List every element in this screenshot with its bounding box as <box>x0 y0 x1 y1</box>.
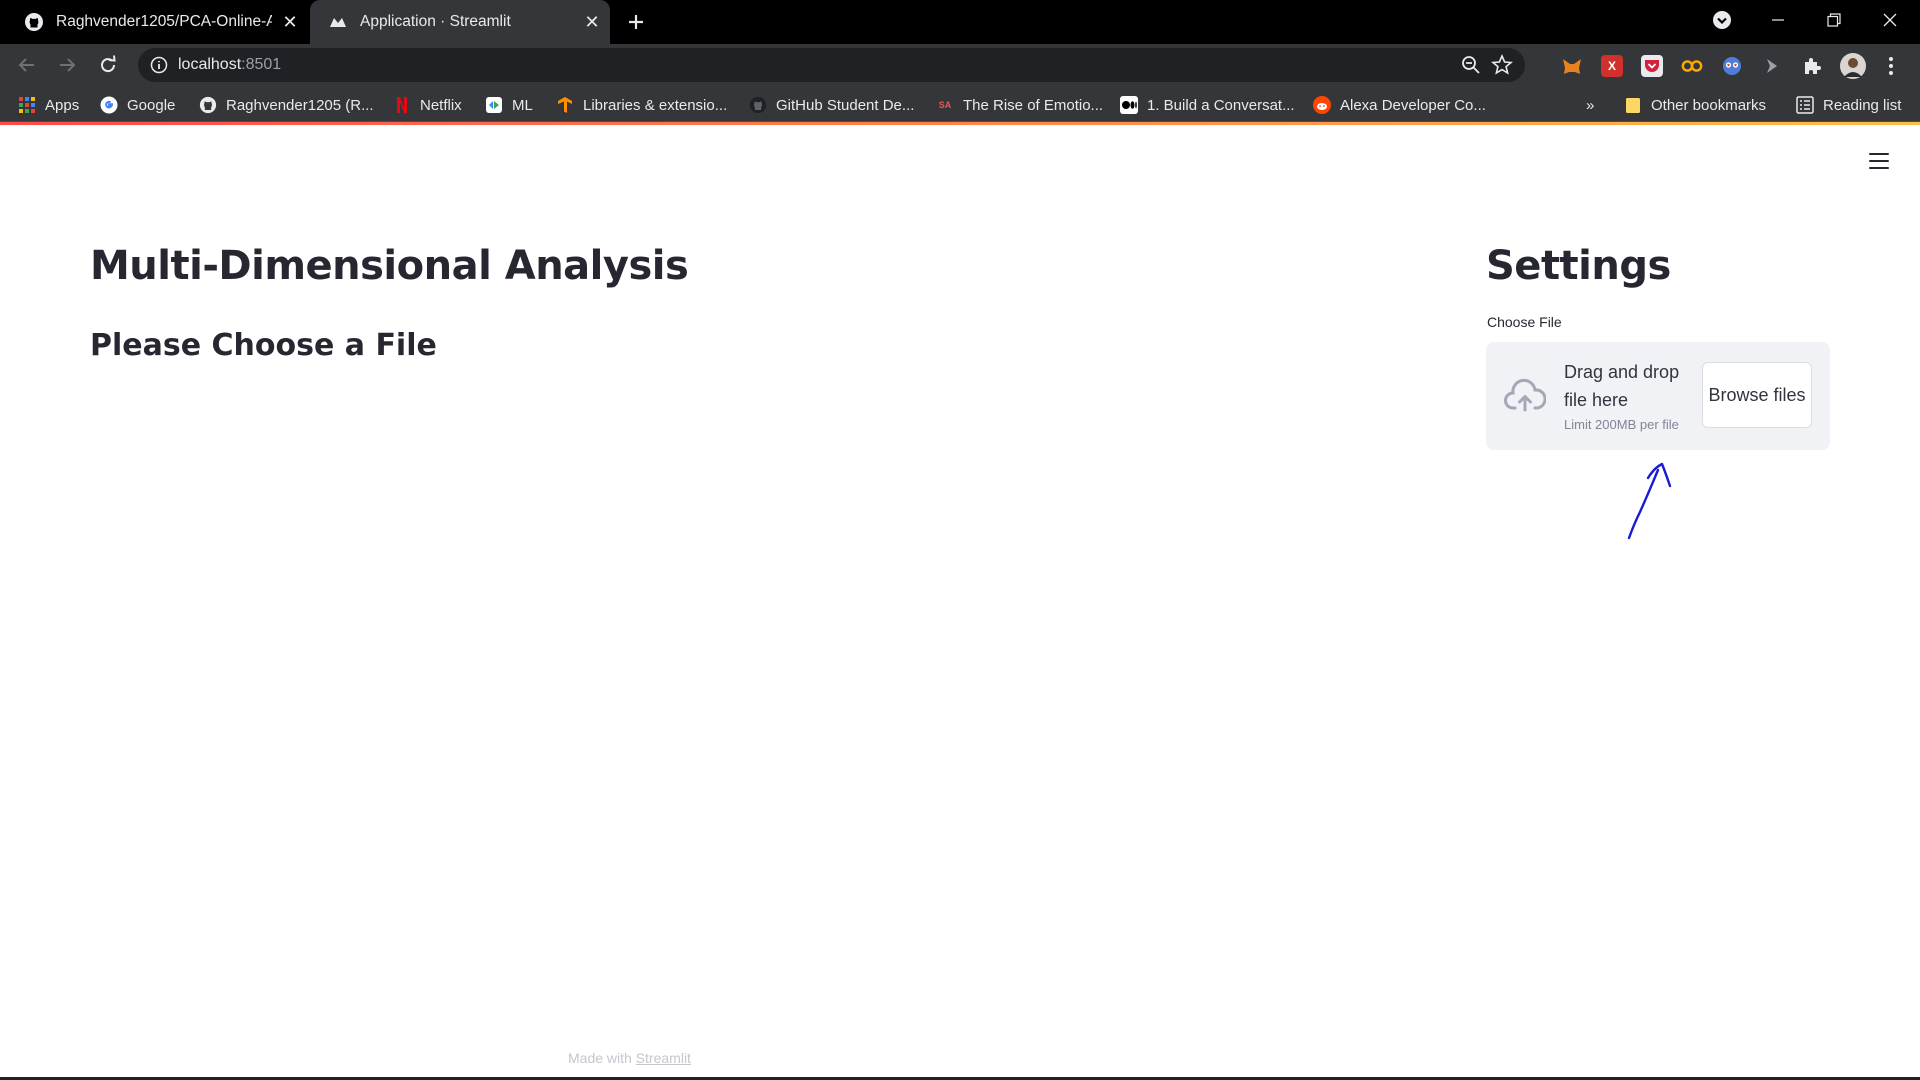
bookmark-label: Libraries & extensio... <box>583 96 728 114</box>
header-decoration-bar <box>0 122 1920 125</box>
bookmark-apps[interactable]: Apps <box>18 94 79 116</box>
sa-icon: SA <box>938 100 952 110</box>
bookmark-libraries[interactable]: Libraries & extensio... <box>556 94 727 116</box>
bookmark-label: Alexa Developer Co... <box>1340 96 1486 114</box>
tab-streamlit[interactable]: Application · Streamlit ✕ <box>310 0 610 44</box>
ml-icon <box>485 96 503 114</box>
reading-list-icon <box>1796 96 1814 114</box>
github-icon <box>199 96 217 114</box>
zoom-out-icon[interactable] <box>1461 55 1481 75</box>
cloud-upload-icon <box>1504 376 1547 416</box>
bookmarks-overflow-button[interactable]: » <box>1586 94 1594 116</box>
bookmark-label: Google <box>127 96 176 114</box>
reading-list[interactable]: Reading list <box>1796 94 1901 116</box>
browser-toolbar: localhost:8501 X <box>0 44 1920 86</box>
url-text: localhost:8501 <box>178 56 281 74</box>
profile-avatar[interactable] <box>1840 53 1866 79</box>
page-title: Multi-Dimensional Analysis <box>90 243 689 289</box>
other-bookmarks[interactable]: Other bookmarks <box>1624 94 1766 116</box>
github-icon <box>24 12 44 32</box>
bookmark-build-conversation[interactable]: 1. Build a Conversat... <box>1120 94 1295 116</box>
page-subtitle: Please Choose a File <box>90 328 437 363</box>
folder-icon <box>1624 96 1642 114</box>
back-icon[interactable] <box>12 50 42 80</box>
colab-extension-icon[interactable] <box>1681 55 1703 77</box>
bookmark-netflix[interactable]: Netflix <box>393 94 462 116</box>
bookmark-github-student[interactable]: GitHub Student De... <box>749 94 914 116</box>
tab-title: Raghvender1205/PCA-Online-Ap <box>56 13 272 30</box>
pocket-extension-icon[interactable] <box>1641 55 1663 77</box>
dropzone-limit: Limit 200MB per file <box>1564 417 1679 432</box>
reddit-icon <box>1313 96 1331 114</box>
bookmark-label: Apps <box>45 96 80 114</box>
address-bar[interactable]: localhost:8501 <box>138 48 1525 82</box>
reading-list-label: Reading list <box>1823 96 1902 114</box>
bookmark-label: GitHub Student De... <box>776 96 915 114</box>
file-uploader-label: Choose File <box>1487 314 1562 330</box>
browse-files-button[interactable]: Browse files <box>1702 362 1812 428</box>
footer-prefix: Made with <box>568 1050 636 1066</box>
browse-files-label: Browse files <box>1708 385 1806 405</box>
footer: Made with Streamlit <box>568 1050 691 1066</box>
bookmarks-overflow-glyph: » <box>1586 96 1595 114</box>
close-window-icon[interactable] <box>1862 0 1918 40</box>
apps-grid-icon <box>18 96 36 114</box>
bookmark-rise-of-emotion[interactable]: SA The Rise of Emotio... <box>936 94 1103 116</box>
tab-github[interactable]: Raghvender1205/PCA-Online-Ap ✕ <box>14 0 306 44</box>
bookmark-google[interactable]: Google <box>100 94 175 116</box>
tensorflow-icon <box>556 96 574 114</box>
bookmark-label: 1. Build a Conversat... <box>1147 96 1295 114</box>
streamlit-icon <box>328 12 348 32</box>
close-tab-icon[interactable]: ✕ <box>582 12 602 32</box>
bookmark-star-icon[interactable] <box>1491 53 1513 76</box>
site-info-icon[interactable] <box>150 56 168 74</box>
reload-icon[interactable] <box>93 50 123 80</box>
chevron-right-extension-icon[interactable] <box>1761 55 1783 77</box>
url-port: :8501 <box>241 56 282 73</box>
google-icon <box>100 96 118 114</box>
browser-menu-icon[interactable] <box>1880 55 1902 77</box>
file-dropzone[interactable]: Drag and drop file here Limit 200MB per … <box>1486 342 1830 450</box>
bookmark-alexa-developer[interactable]: Alexa Developer Co... <box>1313 94 1486 116</box>
restore-icon[interactable] <box>1806 0 1862 40</box>
extensions-puzzle-icon[interactable] <box>1801 55 1823 77</box>
metamask-extension-icon[interactable] <box>1561 55 1583 77</box>
other-bookmarks-label: Other bookmarks <box>1651 96 1767 114</box>
url-host: localhost <box>178 56 242 73</box>
minimize-icon[interactable] <box>1750 0 1806 40</box>
netflix-icon <box>393 96 411 114</box>
github-icon <box>749 96 767 114</box>
hamburger-menu-icon[interactable] <box>1866 150 1892 172</box>
medium-icon <box>1120 96 1138 114</box>
forward-icon[interactable] <box>52 50 82 80</box>
close-tab-icon[interactable]: ✕ <box>280 12 300 32</box>
bookmark-label: The Rise of Emotio... <box>963 96 1104 114</box>
new-tab-button[interactable] <box>622 8 650 36</box>
dropzone-instructions: Drag and drop file here <box>1564 362 1680 410</box>
bookmark-label: Netflix <box>420 96 462 114</box>
settings-title: Settings <box>1486 243 1671 289</box>
bookmarks-bar: Apps Google Raghvender1205 (R... Netflix… <box>0 86 1920 122</box>
x-extension-icon[interactable]: X <box>1601 55 1623 77</box>
grammarly-extension-icon[interactable] <box>1721 55 1743 77</box>
hand-drawn-arrow-annotation <box>1627 462 1672 540</box>
bookmark-github-profile[interactable]: Raghvender1205 (R... <box>199 94 374 116</box>
tab-title: Application · Streamlit <box>360 13 511 30</box>
bookmark-ml[interactable]: ML <box>485 94 533 116</box>
browser-tab-strip: Raghvender1205/PCA-Online-Ap ✕ Applicati… <box>0 0 1920 44</box>
streamlit-link[interactable]: Streamlit <box>636 1050 691 1066</box>
bookmark-label: ML <box>512 96 533 114</box>
bookmark-label: Raghvender1205 (R... <box>226 96 374 114</box>
tab-search-button[interactable] <box>1694 0 1750 40</box>
